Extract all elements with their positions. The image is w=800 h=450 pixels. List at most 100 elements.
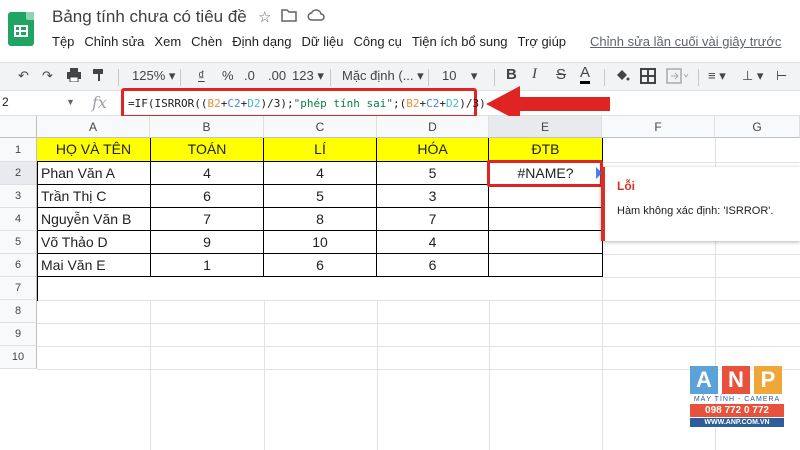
logo-letter: P [754, 366, 782, 394]
table-cell[interactable]: Phan Văn A [37, 162, 151, 185]
menu-data[interactable]: Dữ liệu [302, 34, 344, 49]
header-cell-toan[interactable]: TOÁN [151, 138, 264, 162]
table-cell[interactable]: Mai Văn E [37, 254, 151, 277]
menu-bar: Tệp Chỉnh sửa Xem Chèn Định dạng Dữ liệu… [52, 34, 576, 49]
row-header-2[interactable]: 2 [0, 162, 37, 185]
error-message: Hàm không xác định: 'ISRROR'. [617, 205, 774, 217]
header-cell-hoa[interactable]: HÓA [377, 138, 489, 162]
text-color-button[interactable]: A [580, 65, 591, 84]
menu-tools[interactable]: Công cụ [353, 34, 401, 49]
app-header: Bảng tính chưa có tiêu đề ☆ Tệp Chỉnh sử… [0, 0, 800, 62]
row-header-3[interactable]: 3 [0, 185, 37, 208]
table-cell[interactable] [489, 231, 603, 254]
table-cell[interactable]: 1 [151, 254, 264, 277]
fill-color-icon[interactable] [614, 68, 630, 86]
table-cell[interactable]: 10 [264, 231, 377, 254]
row-header-5[interactable]: 5 [0, 231, 37, 254]
menu-help[interactable]: Trợ giúp [518, 34, 567, 49]
table-cell[interactable]: Võ Thảo D [37, 231, 151, 254]
header-cell-li[interactable]: LÍ [264, 138, 377, 162]
error-title: Lỗi [617, 179, 635, 193]
column-header-f[interactable]: F [602, 116, 715, 138]
italic-button[interactable]: I [532, 66, 537, 83]
error-tooltip: Lỗi Hàm không xác định: 'ISRROR'. [601, 167, 800, 241]
menu-format[interactable]: Định dạng [232, 34, 291, 49]
error-cell-highlight [487, 160, 603, 187]
table-cell[interactable]: 7 [377, 208, 489, 231]
paint-format-icon[interactable] [92, 68, 106, 85]
anp-watermark-logo: A N P MÁY TÍNH - CAMERA 098 772 0 772 WW… [690, 366, 784, 427]
table-cell[interactable]: Nguyễn Văn B [37, 208, 151, 231]
table-cell[interactable] [489, 185, 603, 208]
menu-file[interactable]: Tệp [52, 34, 74, 49]
zoom-select[interactable]: 125% ▾ [132, 68, 175, 84]
move-folder-icon[interactable] [281, 8, 298, 26]
increase-decimal-button[interactable]: .00 [268, 68, 286, 83]
sheets-logo-icon[interactable] [8, 12, 34, 46]
table-cell[interactable]: 3 [377, 185, 489, 208]
merge-cells-icon[interactable] [666, 68, 690, 87]
document-title[interactable]: Bảng tính chưa có tiêu đề [52, 7, 247, 27]
star-icon[interactable]: ☆ [258, 8, 271, 26]
logo-letter: N [722, 366, 750, 394]
table-cell[interactable]: 4 [264, 162, 377, 185]
table-cell[interactable]: 6 [151, 185, 264, 208]
table-cell[interactable]: 6 [377, 254, 489, 277]
more-formats-select[interactable]: 123 ▾ [292, 68, 324, 84]
decrease-decimal-button[interactable]: .0 [244, 68, 255, 83]
row-header-1[interactable]: 1 [0, 138, 37, 162]
select-all-corner[interactable] [0, 116, 37, 138]
title-icons: ☆ [258, 8, 326, 26]
last-edit-link[interactable]: Chỉnh sửa lần cuối vài giây trước [590, 34, 781, 49]
table-cell[interactable]: 6 [264, 254, 377, 277]
bold-button[interactable]: B [506, 66, 517, 83]
borders-icon[interactable] [640, 68, 656, 87]
redo-icon[interactable]: ↷ [42, 68, 53, 84]
name-box-dropdown-icon[interactable]: ▼ [66, 97, 75, 107]
row-header-7[interactable]: 7 [0, 277, 37, 300]
menu-view[interactable]: Xem [154, 34, 181, 49]
strikethrough-button[interactable]: S [556, 66, 566, 83]
row-header-8[interactable]: 8 [0, 300, 37, 323]
column-header-c[interactable]: C [264, 116, 377, 138]
row-header-9[interactable]: 9 [0, 323, 37, 346]
row-header-4[interactable]: 4 [0, 208, 37, 231]
column-header-b[interactable]: B [150, 116, 264, 138]
menu-addons[interactable]: Tiện ích bổ sung [412, 34, 508, 49]
table-cell[interactable]: 5 [377, 162, 489, 185]
table-cell[interactable]: 5 [264, 185, 377, 208]
table-cell[interactable]: 8 [264, 208, 377, 231]
toolbar: ↶ ↷ 125% ▾ ₫ % .0 .00 123 ▾ Mặc định (..… [0, 62, 800, 90]
column-header-e[interactable]: E [489, 116, 602, 138]
menu-edit[interactable]: Chỉnh sửa [84, 34, 144, 49]
menu-insert[interactable]: Chèn [191, 34, 222, 49]
font-size-select[interactable]: 10 ▾ [442, 68, 477, 84]
column-header-a[interactable]: A [37, 116, 150, 138]
text-wrap-icon[interactable]: ⊢ [776, 68, 787, 84]
column-header-g[interactable]: G [715, 116, 800, 138]
print-icon[interactable] [66, 68, 82, 85]
fx-icon: fx [92, 93, 107, 112]
percent-format-button[interactable]: % [222, 68, 234, 83]
cloud-status-icon[interactable] [307, 8, 326, 26]
font-select[interactable]: Mặc định (... ▾ [342, 68, 424, 84]
logo-subtitle: MÁY TÍNH - CAMERA [693, 396, 781, 403]
table-cell[interactable]: Trần Thị C [37, 185, 151, 208]
horizontal-align-icon[interactable]: ≡ ▾ [708, 68, 726, 84]
table-cell[interactable]: 4 [151, 162, 264, 185]
currency-format-button[interactable]: ₫ [198, 68, 205, 83]
row-header-6[interactable]: 6 [0, 254, 37, 277]
table-cell[interactable] [489, 254, 603, 277]
table-cell[interactable]: 9 [151, 231, 264, 254]
header-cell-dtb[interactable]: ĐTB [489, 138, 603, 162]
table-cell[interactable]: 4 [377, 231, 489, 254]
formula-input[interactable]: =IF(ISRROR((B2+C2+D2)/3);"phép tính sai"… [121, 88, 486, 118]
vertical-align-icon[interactable]: ⊥ ▾ [742, 68, 763, 84]
name-box[interactable]: 2 [2, 95, 9, 109]
undo-icon[interactable]: ↶ [18, 68, 29, 84]
row-header-10[interactable]: 10 [0, 346, 37, 369]
table-cell[interactable] [489, 208, 603, 231]
table-cell[interactable]: 7 [151, 208, 264, 231]
header-cell-name[interactable]: HỌ VÀ TÊN [37, 138, 151, 162]
column-header-d[interactable]: D [377, 116, 489, 138]
